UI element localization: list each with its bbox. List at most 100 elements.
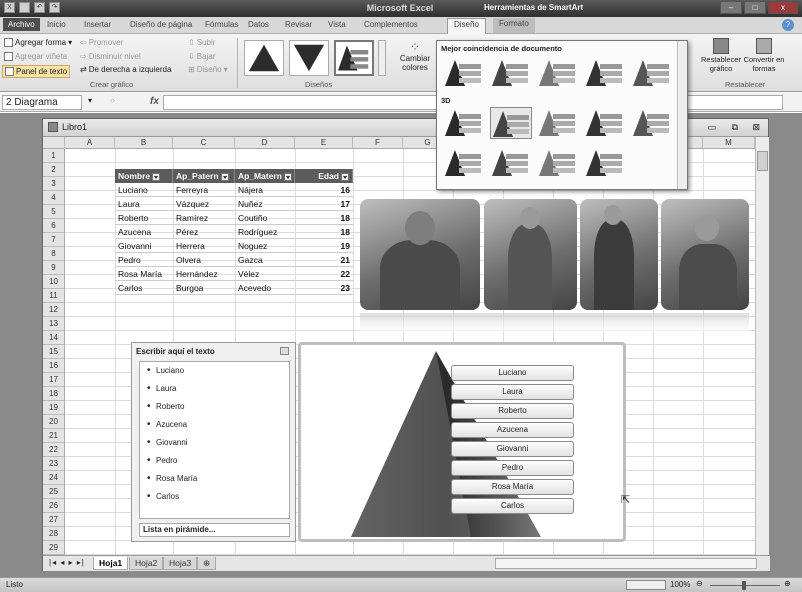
table-cell[interactable]: Acevedo — [235, 281, 295, 295]
table-cell[interactable]: Laura — [115, 197, 173, 211]
pyramid-list-box[interactable]: Carlos — [451, 498, 574, 514]
row-header[interactable]: 24 — [43, 471, 65, 485]
pyramid-list-box[interactable]: Luciano — [451, 365, 574, 381]
col-header[interactable]: F — [353, 137, 403, 149]
row-header[interactable]: 19 — [43, 401, 65, 415]
convert-shapes-button[interactable]: Convertir en formas — [742, 38, 786, 73]
table-cell[interactable]: 16 — [295, 183, 353, 197]
text-pane-list[interactable]: Luciano Laura Roberto Azucena Giovanni P… — [139, 361, 290, 519]
text-pane-item[interactable]: Rosa María — [147, 473, 197, 484]
row-header[interactable]: 25 — [43, 485, 65, 499]
row-header[interactable]: 3 — [43, 177, 65, 191]
row-header[interactable]: 7 — [43, 233, 65, 247]
table-cell[interactable]: Azucena — [115, 225, 173, 239]
col-header[interactable]: M — [703, 137, 755, 149]
table-cell[interactable]: Roberto — [115, 211, 173, 225]
pyramid-list-box[interactable]: Roberto — [451, 403, 574, 419]
name-box-dropdown-icon[interactable]: ▾ — [88, 96, 92, 105]
pyramid-list-box[interactable]: Giovanni — [451, 441, 574, 457]
table-cell[interactable]: Ferreyra — [173, 183, 235, 197]
help-icon[interactable]: ? — [782, 19, 794, 31]
row-header[interactable]: 22 — [43, 443, 65, 457]
layout-thumb-pyramid[interactable] — [244, 40, 284, 76]
table-cell[interactable]: Hernández — [173, 267, 235, 281]
move-up-button[interactable]: ⇧ Subir — [188, 38, 215, 47]
text-pane-item[interactable]: Carlos — [147, 491, 179, 502]
row-header[interactable]: 20 — [43, 415, 65, 429]
table-cell[interactable]: Pedro — [115, 253, 173, 267]
gallery-layout-option[interactable] — [537, 107, 579, 139]
table-cell[interactable]: 18 — [295, 225, 353, 239]
gallery-layout-option[interactable] — [443, 57, 485, 89]
table-cell[interactable]: Noguez — [235, 239, 295, 253]
add-bullet-button[interactable]: Agregar viñeta — [4, 52, 67, 61]
pyramid-list-box[interactable]: Azucena — [451, 422, 574, 438]
table-cell[interactable]: Nájera — [235, 183, 295, 197]
photo-person-2[interactable] — [484, 199, 577, 310]
save-icon[interactable] — [19, 2, 30, 13]
wb-close-icon[interactable]: ⊠ — [752, 122, 760, 133]
redo-icon[interactable]: ↷ — [49, 2, 60, 13]
tab-hoja1[interactable]: Hoja1 — [93, 557, 129, 570]
sheet-grid[interactable]: A B C D E F G H I J K L M 12345678910111… — [43, 137, 755, 555]
photo-person-4[interactable] — [661, 199, 749, 310]
tab-archivo[interactable]: Archivo — [3, 18, 40, 31]
text-pane-button[interactable]: Panel de texto — [2, 65, 71, 78]
pyramid-list-box[interactable]: Laura — [451, 384, 574, 400]
layout-thumb-pyramid-list[interactable] — [334, 40, 374, 76]
row-header[interactable]: 29 — [43, 541, 65, 555]
col-header[interactable]: B — [115, 137, 173, 149]
layout-gallery-scroll[interactable] — [378, 40, 386, 76]
table-cell[interactable]: 23 — [295, 281, 353, 295]
tab-insertar[interactable]: Insertar — [84, 20, 111, 29]
gallery-layout-option[interactable] — [631, 57, 673, 89]
table-header[interactable]: Edad — [295, 169, 353, 183]
gallery-layout-option[interactable] — [584, 107, 626, 139]
table-cell[interactable]: 21 — [295, 253, 353, 267]
row-header[interactable]: 16 — [43, 359, 65, 373]
tab-inicio[interactable]: Inicio — [47, 20, 66, 29]
gallery-layout-option[interactable] — [490, 107, 532, 139]
gallery-layout-option[interactable] — [443, 107, 485, 139]
table-cell[interactable]: Herrera — [173, 239, 235, 253]
text-pane-item[interactable]: Roberto — [147, 401, 185, 412]
table-cell[interactable]: 18 — [295, 211, 353, 225]
row-header[interactable]: 28 — [43, 527, 65, 541]
row-header[interactable]: 12 — [43, 303, 65, 317]
text-pane-item[interactable]: Laura — [147, 383, 177, 394]
table-header[interactable]: Nombre — [115, 169, 173, 183]
row-header[interactable]: 9 — [43, 261, 65, 275]
table-header[interactable]: Ap_Matern — [235, 169, 295, 183]
row-header[interactable]: 15 — [43, 345, 65, 359]
view-buttons-icon[interactable] — [626, 580, 666, 590]
tab-diseno-pagina[interactable]: Diseño de página — [130, 20, 192, 29]
zoom-out-icon[interactable]: ⊖ — [696, 579, 703, 588]
gallery-scrollbar[interactable] — [677, 41, 687, 189]
insert-sheet-icon[interactable]: ⊕ — [197, 557, 217, 570]
maximize-button[interactable]: □ — [744, 1, 766, 14]
photo-person-3[interactable] — [580, 199, 658, 310]
text-pane-item[interactable]: Giovanni — [147, 437, 187, 448]
close-icon[interactable] — [280, 347, 289, 355]
vertical-scrollbar[interactable] — [755, 137, 769, 555]
filter-dropdown-icon[interactable] — [341, 172, 349, 181]
gallery-layout-option[interactable] — [443, 147, 485, 179]
tab-formulas[interactable]: Fórmulas — [205, 20, 238, 29]
row-header[interactable]: 26 — [43, 499, 65, 513]
gallery-layout-option[interactable] — [537, 57, 579, 89]
filter-dropdown-icon[interactable] — [283, 172, 292, 181]
close-button[interactable]: x — [768, 1, 798, 14]
pyramid-list-box[interactable]: Rosa María — [451, 479, 574, 495]
row-header[interactable]: 11 — [43, 289, 65, 303]
text-pane-item[interactable]: Pedro — [147, 455, 178, 466]
row-header[interactable]: 21 — [43, 429, 65, 443]
layout-button[interactable]: ⊞ Diseño ▾ — [188, 65, 228, 74]
gallery-layout-option[interactable] — [537, 147, 579, 179]
text-pane-item[interactable]: Azucena — [147, 419, 187, 430]
tab-formato[interactable]: Formato — [493, 18, 535, 33]
filter-dropdown-icon[interactable] — [220, 172, 229, 181]
zoom-slider-thumb[interactable] — [742, 581, 746, 590]
row-header[interactable]: 1 — [43, 149, 65, 163]
change-colors-button[interactable]: ⁘ Cambiar colores — [398, 40, 432, 72]
tab-revisar[interactable]: Revisar — [285, 20, 312, 29]
